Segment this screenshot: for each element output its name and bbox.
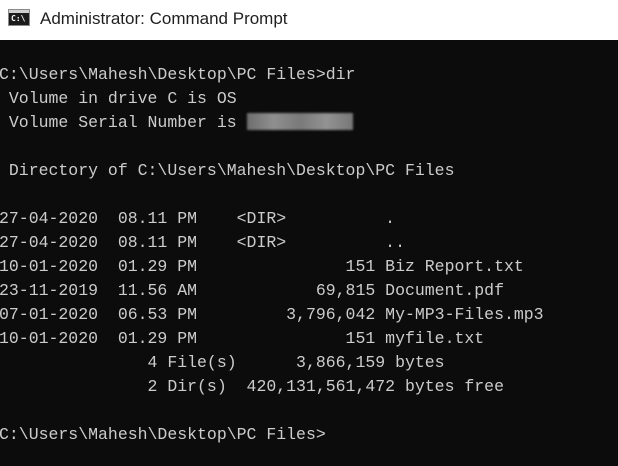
file-entry: 07-01-2020 06.53 PM 3,796,042 My-MP3-Fil… bbox=[0, 305, 544, 324]
dir-entry: 27-04-2020 08.11 PM <DIR> .. bbox=[0, 233, 405, 252]
console-line-command: C:\Users\Mahesh\Desktop\PC Files>dir bbox=[0, 65, 356, 84]
redacted-serial-number bbox=[246, 113, 353, 130]
summary-files: 4 File(s) 3,866,159 bytes bbox=[0, 353, 445, 372]
console-output[interactable]: C:\Users\Mahesh\Desktop\PC Files>dir Vol… bbox=[0, 40, 618, 466]
console-lines: C:\Users\Mahesh\Desktop\PC Files>dir Vol… bbox=[0, 63, 544, 447]
title-bar[interactable]: C:\ Administrator: Command Prompt bbox=[0, 0, 618, 40]
icon-glyph: C:\ bbox=[11, 14, 26, 23]
command-prompt-window: C:\ Administrator: Command Prompt C:\Use… bbox=[0, 0, 618, 466]
command-prompt-icon[interactable]: C:\ bbox=[8, 9, 30, 26]
file-entry: 10-01-2020 01.29 PM 151 myfile.txt bbox=[0, 329, 485, 348]
file-entry: 23-11-2019 11.56 AM 69,815 Document.pdf bbox=[0, 281, 504, 300]
serial-label: Volume Serial Number is bbox=[0, 113, 247, 132]
console-line-blank bbox=[0, 183, 544, 207]
console-line-serial: Volume Serial Number is bbox=[0, 111, 544, 135]
dir-entry: 27-04-2020 08.11 PM <DIR> . bbox=[0, 209, 396, 228]
console-prompt[interactable]: C:\Users\Mahesh\Desktop\PC Files> bbox=[0, 423, 544, 447]
window-title: Administrator: Command Prompt bbox=[40, 9, 288, 28]
console-line-blank bbox=[0, 135, 544, 159]
icon-title-strip bbox=[9, 10, 29, 13]
console-line-directory: Directory of C:\Users\Mahesh\Desktop\PC … bbox=[0, 161, 455, 180]
summary-dirs: 2 Dir(s) 420,131,561,472 bytes free bbox=[0, 377, 504, 396]
console-line-volume: Volume in drive C is OS bbox=[0, 89, 237, 108]
console-line-blank bbox=[0, 399, 544, 423]
file-entry: 10-01-2020 01.29 PM 151 Biz Report.txt bbox=[0, 257, 524, 276]
